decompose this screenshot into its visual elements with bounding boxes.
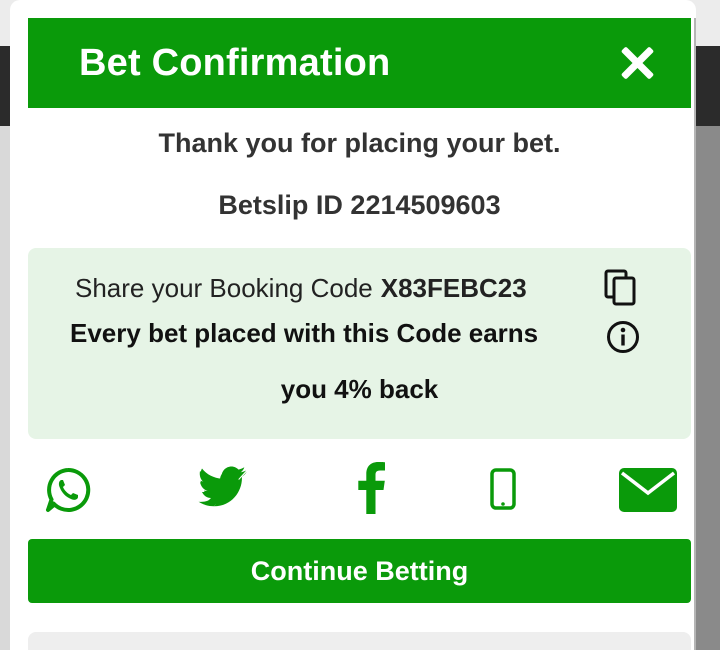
bottom-panel xyxy=(28,632,691,650)
booking-code-line: Share your Booking Code X83FEBC23 xyxy=(75,270,527,306)
thank-you-message: Thank you for placing your bet. xyxy=(158,128,561,158)
earn-text-line-1: Every bet placed with this Code earns xyxy=(70,318,539,348)
share-booking-code-panel: Share your Booking Code X83FEBC23 Every … xyxy=(28,248,691,439)
copy-icon[interactable] xyxy=(604,269,638,307)
booking-code[interactable]: X83FEBC23 xyxy=(381,273,527,304)
social-share-row xyxy=(10,462,696,518)
dialog-header: Bet Confirmation xyxy=(28,18,691,108)
whatsapp-icon[interactable] xyxy=(44,466,92,514)
share-prefix: Share your Booking Code xyxy=(75,272,373,303)
scrollbar[interactable] xyxy=(694,18,696,650)
facebook-icon[interactable] xyxy=(356,462,386,514)
backdrop-right xyxy=(696,126,720,650)
mobile-phone-icon[interactable] xyxy=(490,468,516,510)
close-icon[interactable] xyxy=(619,45,655,81)
info-icon[interactable] xyxy=(606,320,640,354)
dialog-title: Bet Confirmation xyxy=(79,41,391,84)
bet-confirmation-dialog: Bet Confirmation Thank you for placing y… xyxy=(10,0,696,650)
betslip-id: Betslip ID 2214509603 xyxy=(218,190,501,220)
twitter-icon[interactable] xyxy=(198,466,248,510)
continue-betting-button[interactable]: Continue Betting xyxy=(28,539,691,603)
earn-text-line-2: you 4% back xyxy=(280,374,439,404)
email-icon[interactable] xyxy=(619,468,677,512)
